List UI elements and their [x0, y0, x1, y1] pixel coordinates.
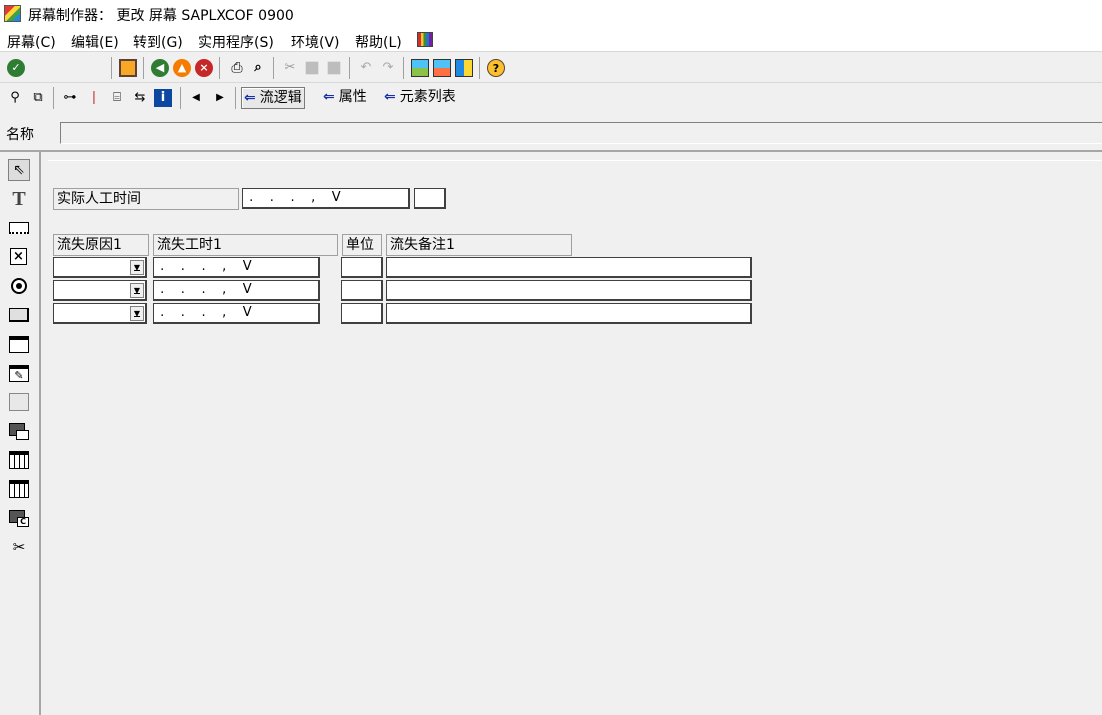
radio-button-icon[interactable]: [8, 275, 30, 297]
arrow-left-icon: ⇐: [244, 90, 256, 106]
pointer-icon[interactable]: ⇖: [8, 159, 30, 181]
cut-icon[interactable]: ✂: [281, 59, 299, 77]
title-bar: 屏幕制作器： 更改 屏幕 SAPLXCOF 0900: [0, 0, 1102, 29]
hierarchy-icon[interactable]: ⊶: [61, 89, 79, 107]
name-row: 名称: [0, 119, 1102, 149]
lost-hours-field[interactable]: . . . , V: [153, 257, 320, 278]
back-icon[interactable]: ◀: [151, 59, 169, 77]
standard-toolbar: ✓ ◀ ▲ × ⎙ ⌕ ✂ ↶ ↷ ?: [0, 53, 1102, 83]
remark-field[interactable]: [386, 257, 752, 278]
checkbox-icon[interactable]: ×: [8, 246, 30, 268]
actual-hours-unit-field[interactable]: [414, 188, 446, 209]
arrow-left-icon: ⇐: [323, 89, 335, 105]
column-header-lost-hours: 流失工时1: [153, 234, 338, 256]
customize-layout-icon[interactable]: [417, 32, 433, 47]
menu-edit[interactable]: 编辑(E): [71, 32, 119, 52]
check-icon[interactable]: ✓: [7, 59, 25, 77]
element-palette: ⇖ T × ✎ C ✂: [0, 152, 39, 715]
table-control-icon[interactable]: [8, 449, 30, 471]
unit-field[interactable]: [341, 280, 383, 301]
application-toolbar: ⚲ ⧉ ⊶ ❘ ⌸ ⇆ i ◀ ▶ ⇐ 流逻辑 ⇐ 属性 ⇐ 元素列表: [0, 84, 1102, 112]
lost-hours-field[interactable]: . . . , V: [153, 280, 320, 301]
find-icon[interactable]: ⌕: [249, 59, 267, 77]
cancel-icon[interactable]: ×: [195, 59, 213, 77]
wand-icon[interactable]: ⚲: [6, 89, 24, 107]
graphic-layout-icon[interactable]: ⧉: [29, 89, 47, 107]
chevron-down-icon[interactable]: ▼: [130, 260, 144, 275]
copy-icon[interactable]: [305, 61, 319, 75]
sap-app-icon: [4, 5, 21, 22]
layout2-icon[interactable]: [433, 59, 451, 77]
print-icon[interactable]: ⎙: [228, 59, 246, 77]
layout-canvas[interactable]: 实际人工时间 . . . , V 流失原因1 流失工时1 单位 流失备注1 ▼ …: [48, 160, 1102, 715]
name-input[interactable]: [60, 122, 1102, 144]
text-icon[interactable]: T: [8, 188, 30, 210]
reason-dropdown[interactable]: ▼: [53, 257, 147, 278]
column-header-remark: 流失备注1: [386, 234, 572, 256]
arrow-left-icon: ⇐: [384, 89, 396, 105]
next-icon[interactable]: ▶: [211, 89, 229, 107]
display-icon[interactable]: ⌸: [108, 89, 126, 107]
command-field[interactable]: [34, 57, 112, 79]
status-icon-tool-icon[interactable]: ✂: [8, 536, 30, 558]
chevron-down-icon[interactable]: ▼: [130, 306, 144, 321]
tabstrip-icon[interactable]: [8, 333, 30, 355]
info-icon[interactable]: i: [154, 89, 172, 107]
menu-goto[interactable]: 转到(G): [133, 32, 183, 52]
layout3-icon[interactable]: [455, 59, 473, 77]
custom-control-icon[interactable]: C: [8, 507, 30, 529]
flow-logic-button[interactable]: ⇐ 流逻辑: [241, 87, 305, 109]
chevron-down-icon[interactable]: ▼: [130, 283, 144, 298]
column-header-unit: 单位: [342, 234, 382, 256]
subscreen-icon[interactable]: [8, 420, 30, 442]
column-header-reason: 流失原因1: [53, 234, 149, 256]
name-label: 名称: [6, 127, 34, 143]
window-title: 屏幕制作器： 更改 屏幕 SAPLXCOF 0900: [28, 8, 294, 24]
paste-icon[interactable]: [327, 61, 341, 75]
where-used-icon[interactable]: ⇆: [131, 89, 149, 107]
reason-dropdown[interactable]: ▼: [53, 280, 147, 301]
table-wizard-icon[interactable]: [8, 478, 30, 500]
unit-field[interactable]: [341, 303, 383, 324]
exit-icon[interactable]: ▲: [173, 59, 191, 77]
box-icon[interactable]: [8, 391, 30, 413]
input-field-icon[interactable]: [8, 217, 30, 239]
menu-utilities[interactable]: 实用程序(S): [198, 32, 274, 52]
menu-bar: 屏幕(C) 编辑(E) 转到(G) 实用程序(S) 环境(V) 帮助(L): [0, 29, 1102, 52]
tabstrip-wizard-icon[interactable]: ✎: [8, 362, 30, 384]
divider: [39, 152, 41, 715]
menu-environment[interactable]: 环境(V): [291, 32, 340, 52]
previous-icon[interactable]: ◀: [187, 89, 205, 107]
redo-icon[interactable]: ↷: [379, 59, 397, 77]
unit-field[interactable]: [341, 257, 383, 278]
layout-icon[interactable]: [411, 59, 429, 77]
save-icon[interactable]: [119, 59, 137, 77]
reason-dropdown[interactable]: ▼: [53, 303, 147, 324]
undo-icon[interactable]: ↶: [357, 59, 375, 77]
remark-field[interactable]: [386, 303, 752, 324]
lost-hours-field[interactable]: . . . , V: [153, 303, 320, 324]
divider: [0, 150, 1102, 152]
actual-hours-label: 实际人工时间: [53, 188, 239, 210]
actual-hours-field[interactable]: . . . , V: [242, 188, 410, 209]
attributes-button[interactable]: ⇐ 属性: [321, 87, 369, 109]
info-marker-icon[interactable]: ❘: [85, 89, 103, 107]
element-list-button[interactable]: ⇐ 元素列表: [382, 87, 458, 109]
remark-field[interactable]: [386, 280, 752, 301]
menu-screen[interactable]: 屏幕(C): [7, 32, 56, 52]
menu-help[interactable]: 帮助(L): [355, 32, 402, 52]
help-icon[interactable]: ?: [487, 59, 505, 77]
pushbutton-icon[interactable]: [8, 304, 30, 326]
